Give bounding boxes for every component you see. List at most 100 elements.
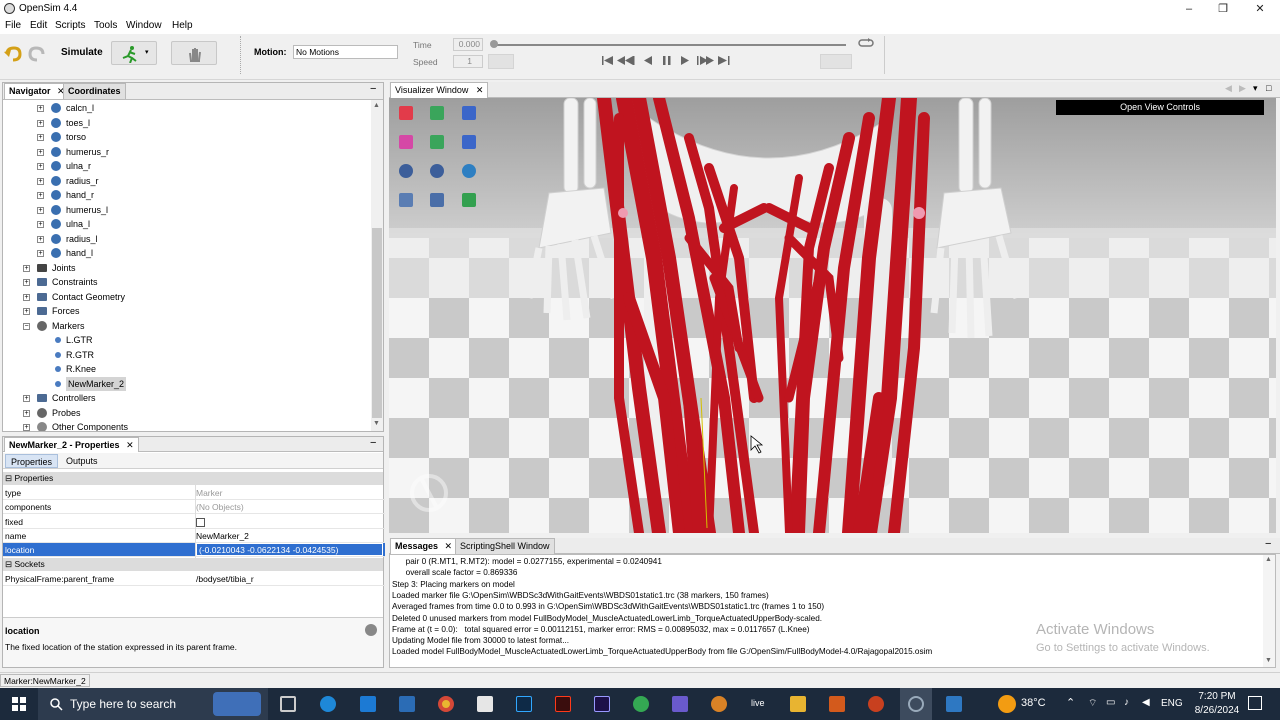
time-slider-track[interactable]: [494, 44, 846, 46]
tree-item[interactable]: + Controllers: [3, 391, 368, 405]
menu-edit[interactable]: Edit: [30, 20, 47, 31]
messages-scrollbar[interactable]: ▲ ▼: [1263, 555, 1275, 667]
zoom-out-icon[interactable]: [430, 164, 444, 178]
tab-visualizer[interactable]: Visualizer Window ✕: [390, 82, 489, 98]
record-movie-icon[interactable]: [430, 193, 444, 207]
property-row[interactable]: components (No Objects): [3, 500, 385, 515]
menu-window[interactable]: Window: [126, 20, 162, 31]
explorer-window-icon[interactable]: [477, 696, 493, 712]
property-value[interactable]: NewMarker_2: [196, 529, 249, 543]
scroll-up-icon[interactable]: ▲: [373, 102, 380, 109]
tree-item[interactable]: + hand_r: [3, 188, 368, 202]
expand-toggle-icon[interactable]: +: [23, 279, 30, 286]
tab-coordinates[interactable]: Coordinates: [63, 83, 126, 99]
expand-toggle-icon[interactable]: +: [37, 250, 44, 257]
zoom-in-icon[interactable]: [399, 164, 413, 178]
tree-item[interactable]: + toes_l: [3, 116, 368, 130]
minimize-panel-icon[interactable]: −: [370, 83, 376, 95]
axes-toggle-icon[interactable]: [462, 193, 476, 207]
expand-toggle-icon[interactable]: +: [23, 264, 30, 272]
firefox-icon[interactable]: [711, 696, 727, 712]
close-icon[interactable]: ✕: [445, 541, 453, 551]
scroll-down-icon[interactable]: ▼: [373, 420, 380, 427]
redo-icon[interactable]: [27, 44, 47, 64]
info-icon[interactable]: [365, 624, 377, 636]
tree-item[interactable]: + radius_l: [3, 232, 368, 246]
matlab-icon[interactable]: [829, 696, 845, 712]
time-field[interactable]: 0.000: [453, 38, 483, 51]
section-sockets[interactable]: ⊟ Sockets: [3, 558, 383, 571]
scrollbar-thumb[interactable]: [372, 228, 382, 418]
tree-item[interactable]: R.Knee: [3, 362, 368, 376]
expand-toggle-icon[interactable]: +: [37, 163, 44, 170]
microphone-icon[interactable]: ♪: [1124, 697, 1129, 708]
socket-row[interactable]: PhysicalFrame:parent_frame /bodyset/tibi…: [3, 572, 385, 586]
taskbar-search-box[interactable]: Type here to search: [38, 688, 268, 720]
photoshop-icon[interactable]: [516, 696, 532, 712]
expand-toggle-icon[interactable]: +: [23, 308, 30, 315]
visualizer-viewport[interactable]: Open View Controls: [389, 98, 1276, 533]
expand-toggle-icon[interactable]: −: [23, 322, 30, 330]
battery-icon[interactable]: ▭: [1106, 697, 1115, 708]
close-icon[interactable]: ✕: [476, 85, 484, 95]
stop-simulation-button[interactable]: [171, 41, 217, 65]
expand-toggle-icon[interactable]: +: [37, 134, 44, 141]
live-app-icon[interactable]: live: [751, 698, 765, 708]
navigator-scrollbar[interactable]: ▲ ▼: [371, 100, 383, 431]
collapse-icon[interactable]: ⊟: [5, 473, 12, 483]
tree-item[interactable]: + Other Components: [3, 420, 368, 431]
opensim-taskbar-button[interactable]: [900, 688, 932, 720]
maximize-panel-icon[interactable]: □: [1266, 83, 1271, 93]
camera-front-icon[interactable]: [399, 106, 413, 120]
expand-toggle-icon[interactable]: +: [23, 424, 30, 431]
menu-file[interactable]: File: [5, 20, 21, 31]
marker-sphere[interactable]: [618, 208, 628, 218]
expand-toggle-icon[interactable]: +: [37, 235, 44, 243]
scroll-down-icon[interactable]: ▼: [1265, 657, 1272, 664]
folder-icon[interactable]: [790, 696, 806, 712]
menu-help[interactable]: Help: [172, 20, 193, 31]
expand-toggle-icon[interactable]: +: [23, 409, 30, 417]
tree-item[interactable]: + humerus_r: [3, 145, 368, 159]
app-taskbar-icon[interactable]: [946, 696, 962, 712]
minimize-panel-icon[interactable]: −: [1265, 538, 1271, 550]
menu-scripts[interactable]: Scripts: [55, 20, 86, 31]
illustrator-icon[interactable]: [555, 696, 571, 712]
search-highlight-icon[interactable]: [213, 692, 261, 716]
expand-toggle-icon[interactable]: +: [23, 293, 30, 301]
speed-spinner[interactable]: 1: [453, 55, 483, 68]
chrome-profile-icon[interactable]: [633, 696, 649, 712]
tab-properties-panel[interactable]: NewMarker_2 - Properties ✕: [4, 437, 139, 452]
tree-item[interactable]: + radius_r: [3, 174, 368, 188]
clock-date[interactable]: 8/26/2024: [1190, 705, 1244, 716]
section-properties[interactable]: ⊟ Properties: [3, 472, 383, 485]
expand-toggle-icon[interactable]: +: [37, 105, 44, 112]
tree-item[interactable]: + hand_l: [3, 246, 368, 260]
camera-right-icon[interactable]: [462, 135, 476, 149]
camera-left-icon[interactable]: [430, 135, 444, 149]
menu-tools[interactable]: Tools: [94, 20, 117, 31]
run-simulation-button[interactable]: ▾: [111, 41, 157, 65]
tree-item[interactable]: + Joints: [3, 261, 368, 275]
property-row[interactable]: name NewMarker_2: [3, 529, 385, 543]
tree-item[interactable]: L.GTR: [3, 333, 368, 347]
tab-navigator[interactable]: Navigator ✕: [4, 83, 70, 99]
close-button[interactable]: ✕: [1245, 1, 1275, 17]
expand-toggle-icon[interactable]: +: [37, 221, 44, 228]
expand-toggle-icon[interactable]: +: [37, 119, 44, 127]
close-icon[interactable]: ✕: [126, 440, 134, 450]
minimize-panel-icon[interactable]: −: [370, 437, 376, 449]
notification-icon[interactable]: [1248, 696, 1262, 710]
tree-item[interactable]: + ulna_r: [3, 159, 368, 173]
property-column-divider[interactable]: [195, 485, 196, 558]
windows-start-icon[interactable]: [12, 697, 26, 711]
scroll-up-icon[interactable]: ▲: [1265, 556, 1272, 563]
after-effects-icon[interactable]: [594, 696, 610, 712]
fit-view-icon[interactable]: [462, 164, 476, 178]
open-view-controls-button[interactable]: Open View Controls: [1056, 100, 1264, 115]
subtab-outputs[interactable]: Outputs: [61, 454, 103, 468]
tab-list-icon[interactable]: ▾: [1253, 83, 1258, 94]
edge-browser-icon[interactable]: [320, 696, 336, 712]
property-value[interactable]: Marker: [196, 486, 222, 500]
property-row[interactable]: fixed: [3, 515, 385, 529]
